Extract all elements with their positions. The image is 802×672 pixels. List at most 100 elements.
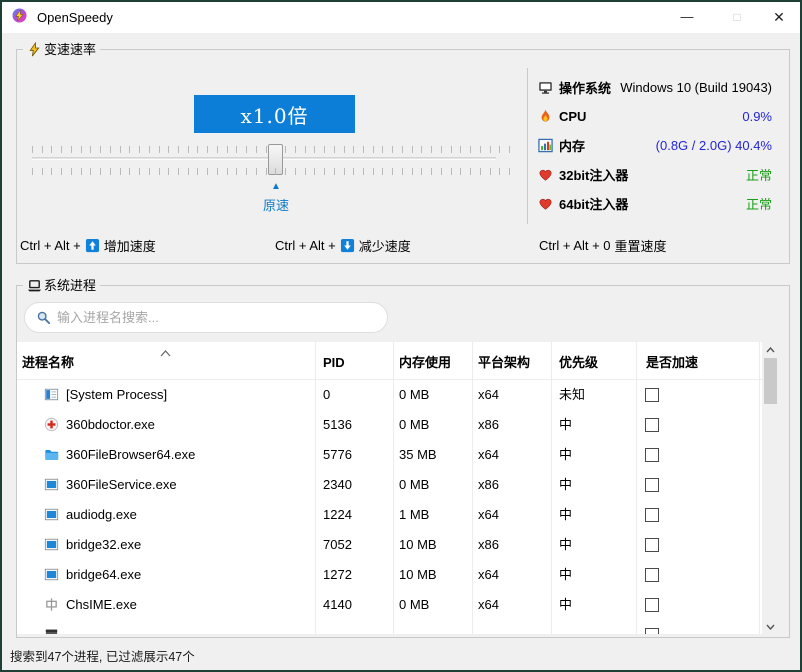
system-info-row: 操作系统 Windows 10 (Build 19043) (538, 73, 772, 102)
close-button[interactable]: ✕ (758, 2, 800, 32)
hotkey-hint: Ctrl + Alt + 增加速度 (20, 236, 156, 255)
speed-slider-track[interactable] (32, 157, 496, 160)
table-row[interactable]: 360FileBrowser64.exe577635 MBx64中 (17, 440, 762, 470)
hotkey-text-after: 减少速度 (359, 236, 411, 255)
pid-cell: 0 (323, 380, 330, 410)
hotkey-text-before: Ctrl + Alt + 0 (539, 238, 611, 253)
process-table: 进程名称PID内存使用平台架构优先级是否加速 [System Process]0… (17, 342, 762, 634)
process-name-cell: 360FileService.exe (66, 470, 177, 500)
scroll-down-button[interactable] (762, 619, 779, 634)
table-body: [System Process]00 MBx64未知360bdoctor.exe… (17, 380, 762, 634)
window-app-icon (44, 507, 59, 522)
process-group-title: 系统进程 (23, 277, 100, 294)
hotkey-hint: Ctrl + Alt + 0 重置速度 (539, 236, 667, 255)
scroll-down-icon (766, 624, 775, 630)
table-row[interactable]: 360bdoctor.exe51360 MBx86中 (17, 410, 762, 440)
scroll-up-button[interactable] (762, 342, 779, 357)
arch-cell: x64 (478, 380, 499, 410)
accelerate-checkbox[interactable] (645, 628, 659, 634)
accelerate-checkbox[interactable] (645, 388, 659, 402)
window-title: OpenSpeedy (37, 2, 113, 33)
pid-cell: 5136 (323, 410, 352, 440)
memory-cell: 0 MB (399, 590, 429, 620)
memory-cell: 0 MB (399, 380, 429, 410)
accelerate-checkbox[interactable] (645, 538, 659, 552)
table-row[interactable]: bridge64.exe127210 MBx64中 (17, 560, 762, 590)
dark-app-icon (44, 627, 59, 634)
priority-cell: 中 (559, 440, 572, 470)
system-info-value: 正常 (746, 194, 772, 213)
priority-cell: 中 (559, 530, 572, 560)
column-header-memory[interactable]: 内存使用 (399, 342, 451, 380)
scrollbar-thumb[interactable] (764, 358, 777, 404)
memory-cell: 0 MB (399, 470, 429, 500)
system-info-label: 操作系统 (559, 78, 611, 97)
accelerate-checkbox[interactable] (645, 568, 659, 582)
system-info-label: 32bit注入器 (559, 165, 628, 184)
column-header-name[interactable]: 进程名称 (22, 342, 74, 380)
table-row[interactable]: 360FileService.exe23400 MBx86中 (17, 470, 762, 500)
pid-cell: 7052 (323, 530, 352, 560)
hotkey-text-after: 增加速度 (104, 236, 156, 255)
column-header-accelerate[interactable]: 是否加速 (646, 342, 698, 380)
column-separator (393, 342, 394, 634)
arch-cell: x86 (478, 470, 499, 500)
arch-cell: x64 (478, 500, 499, 530)
column-header-priority[interactable]: 优先级 (559, 342, 598, 380)
hotkey-hint: Ctrl + Alt +减少速度 (275, 236, 411, 255)
maximize-button[interactable]: □ (716, 2, 758, 32)
priority-cell: 中 (559, 590, 572, 620)
pid-cell: 2340 (323, 470, 352, 500)
process-name-cell: 360FileBrowser64.exe (66, 440, 195, 470)
priority-cell: 中 (559, 560, 572, 590)
origin-speed-marker: ▲ (260, 181, 292, 193)
table-row[interactable]: [System Process]00 MBx64未知 (17, 380, 762, 410)
sort-ascending-icon (160, 344, 171, 362)
column-separator (759, 342, 760, 634)
pid-cell: 1272 (323, 560, 352, 590)
memory-cell: 1 MB (399, 500, 429, 530)
column-header-arch[interactable]: 平台架构 (478, 342, 530, 380)
search-icon (36, 310, 51, 325)
vertical-scrollbar[interactable] (762, 342, 779, 634)
titlebar[interactable]: OpenSpeedy — □ ✕ (2, 2, 800, 33)
column-header-pid[interactable]: PID (323, 342, 345, 380)
speed-group-title: 变速速率 (23, 41, 100, 58)
table-row[interactable] (17, 620, 762, 634)
up-arrow-key-icon (85, 238, 100, 253)
column-separator (551, 342, 552, 634)
status-bar: 搜索到47个进程, 已过滤展示47个 (2, 644, 800, 670)
scroll-up-icon (766, 347, 775, 353)
monitor-icon (538, 80, 553, 95)
accelerate-checkbox[interactable] (645, 598, 659, 612)
lightning-icon (27, 42, 42, 57)
accelerate-checkbox[interactable] (645, 508, 659, 522)
table-row[interactable]: ChsIME.exe41400 MBx64中 (17, 590, 762, 620)
column-separator (472, 342, 473, 634)
minimize-button[interactable]: — (666, 2, 708, 32)
pid-cell: 5776 (323, 440, 352, 470)
system-info-row: 内存(0.8G / 2.0G) 40.4% (538, 131, 772, 160)
accelerate-checkbox[interactable] (645, 418, 659, 432)
accelerate-checkbox[interactable] (645, 478, 659, 492)
down-arrow-key-icon (340, 238, 355, 253)
window-app-icon (44, 567, 59, 582)
process-name-cell: 360bdoctor.exe (66, 410, 155, 440)
memory-cell: 10 MB (399, 530, 437, 560)
hotkey-text-before: Ctrl + Alt + (20, 238, 81, 253)
window-app-icon (44, 477, 59, 492)
process-name-cell: audiodg.exe (66, 500, 137, 530)
search-box (24, 302, 388, 333)
process-name-cell: bridge32.exe (66, 530, 141, 560)
priority-cell: 未知 (559, 380, 585, 410)
column-separator (636, 342, 637, 634)
system-window-icon (44, 387, 59, 402)
accelerate-checkbox[interactable] (645, 448, 659, 462)
process-search-input[interactable] (55, 304, 379, 331)
table-row[interactable]: bridge32.exe705210 MBx86中 (17, 530, 762, 560)
table-row[interactable]: audiodg.exe12241 MBx64中 (17, 500, 762, 530)
hotkey-hints: Ctrl + Alt + 增加速度 Ctrl + Alt +减少速度 Ctrl + A… (2, 236, 800, 254)
system-info-value: Windows 10 (Build 19043) (620, 80, 772, 95)
laptop-icon (27, 278, 42, 293)
hotkey-text-after: 重置速度 (615, 236, 667, 255)
